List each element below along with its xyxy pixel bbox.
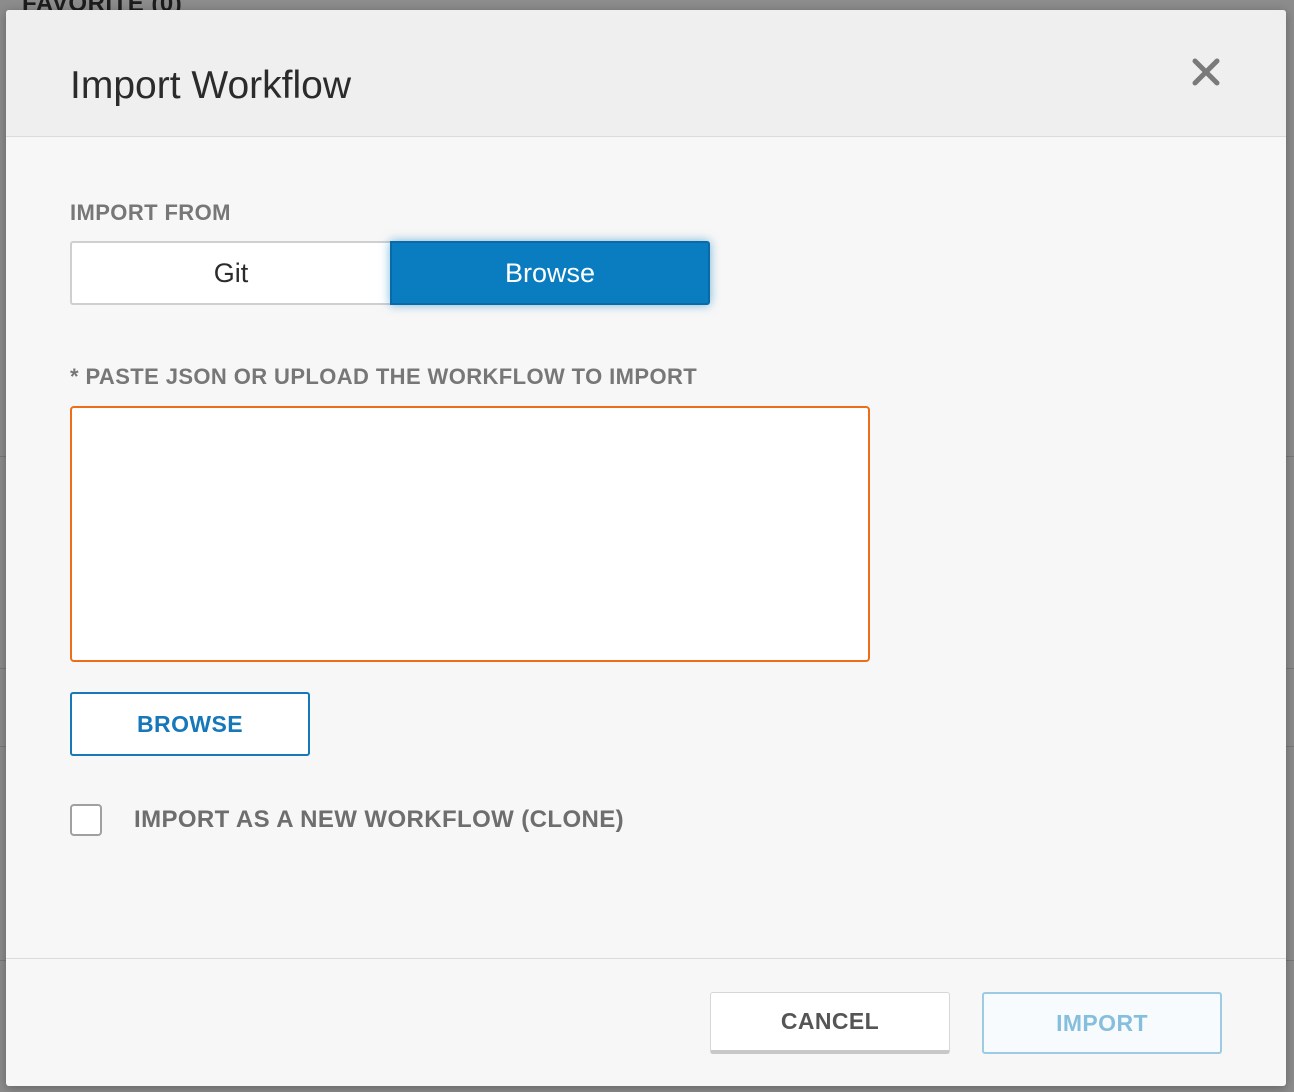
clone-checkbox[interactable] xyxy=(70,804,102,836)
json-input-label: * PASTE JSON OR UPLOAD THE WORKFLOW TO I… xyxy=(70,364,698,389)
source-option-git[interactable]: Git xyxy=(70,241,390,305)
dialog-header: Import Workflow xyxy=(6,10,1286,137)
dialog-title: Import Workflow xyxy=(70,64,351,107)
browse-file-button[interactable]: BROWSE xyxy=(70,692,310,756)
cancel-button[interactable]: CANCEL xyxy=(710,992,950,1054)
import-from-label: IMPORT FROM xyxy=(70,200,231,225)
clone-checkbox-label: IMPORT AS A NEW WORKFLOW (CLONE) xyxy=(134,806,625,833)
import-button[interactable]: IMPORT xyxy=(982,992,1222,1054)
footer-divider xyxy=(6,958,1286,959)
import-source-toggle: Git Browse xyxy=(70,241,710,305)
source-option-browse[interactable]: Browse xyxy=(390,241,710,305)
close-icon[interactable] xyxy=(1190,56,1222,88)
workflow-json-input[interactable] xyxy=(70,406,870,662)
import-workflow-dialog: Import Workflow IMPORT FROM Git Browse *… xyxy=(6,10,1286,1086)
